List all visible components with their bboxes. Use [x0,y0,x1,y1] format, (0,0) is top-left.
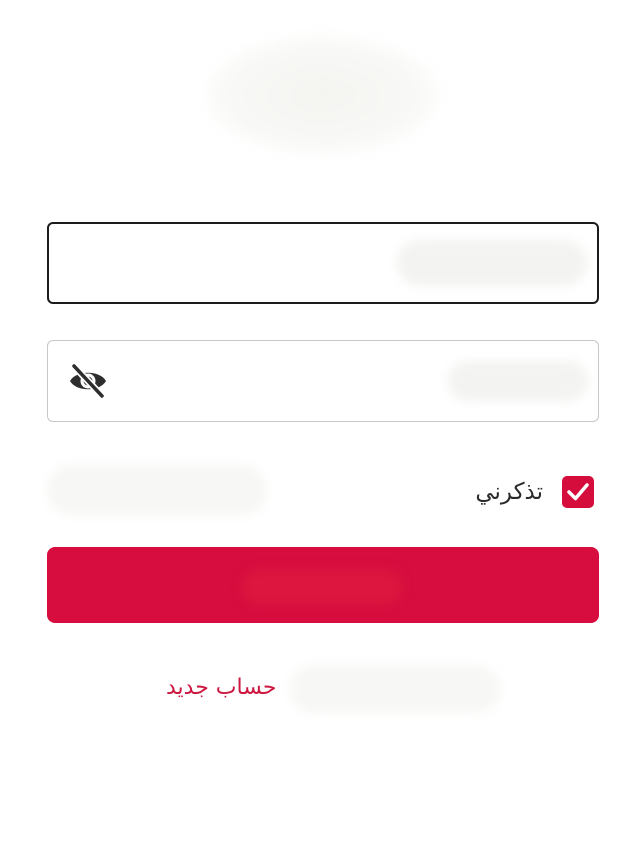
signup-row: حساب جديد [0,660,640,720]
remember-row: تذكرني [47,465,599,521]
password-field[interactable] [47,340,599,422]
username-field-label [397,240,587,286]
checkmark-icon [567,483,589,501]
new-account-link[interactable]: حساب جديد [166,675,276,700]
remember-me-label: تذكرني [475,479,543,505]
login-button[interactable] [47,547,599,623]
remember-me-checkbox[interactable] [562,476,594,508]
eye-off-icon[interactable] [68,362,108,400]
login-button-label [242,569,402,605]
username-field[interactable] [47,222,599,304]
password-field-label [448,361,588,401]
no-account-text [290,665,500,713]
login-page: تذكرني حساب جديد [0,0,640,860]
app-logo [205,35,440,155]
forgot-password-link[interactable] [47,465,267,515]
